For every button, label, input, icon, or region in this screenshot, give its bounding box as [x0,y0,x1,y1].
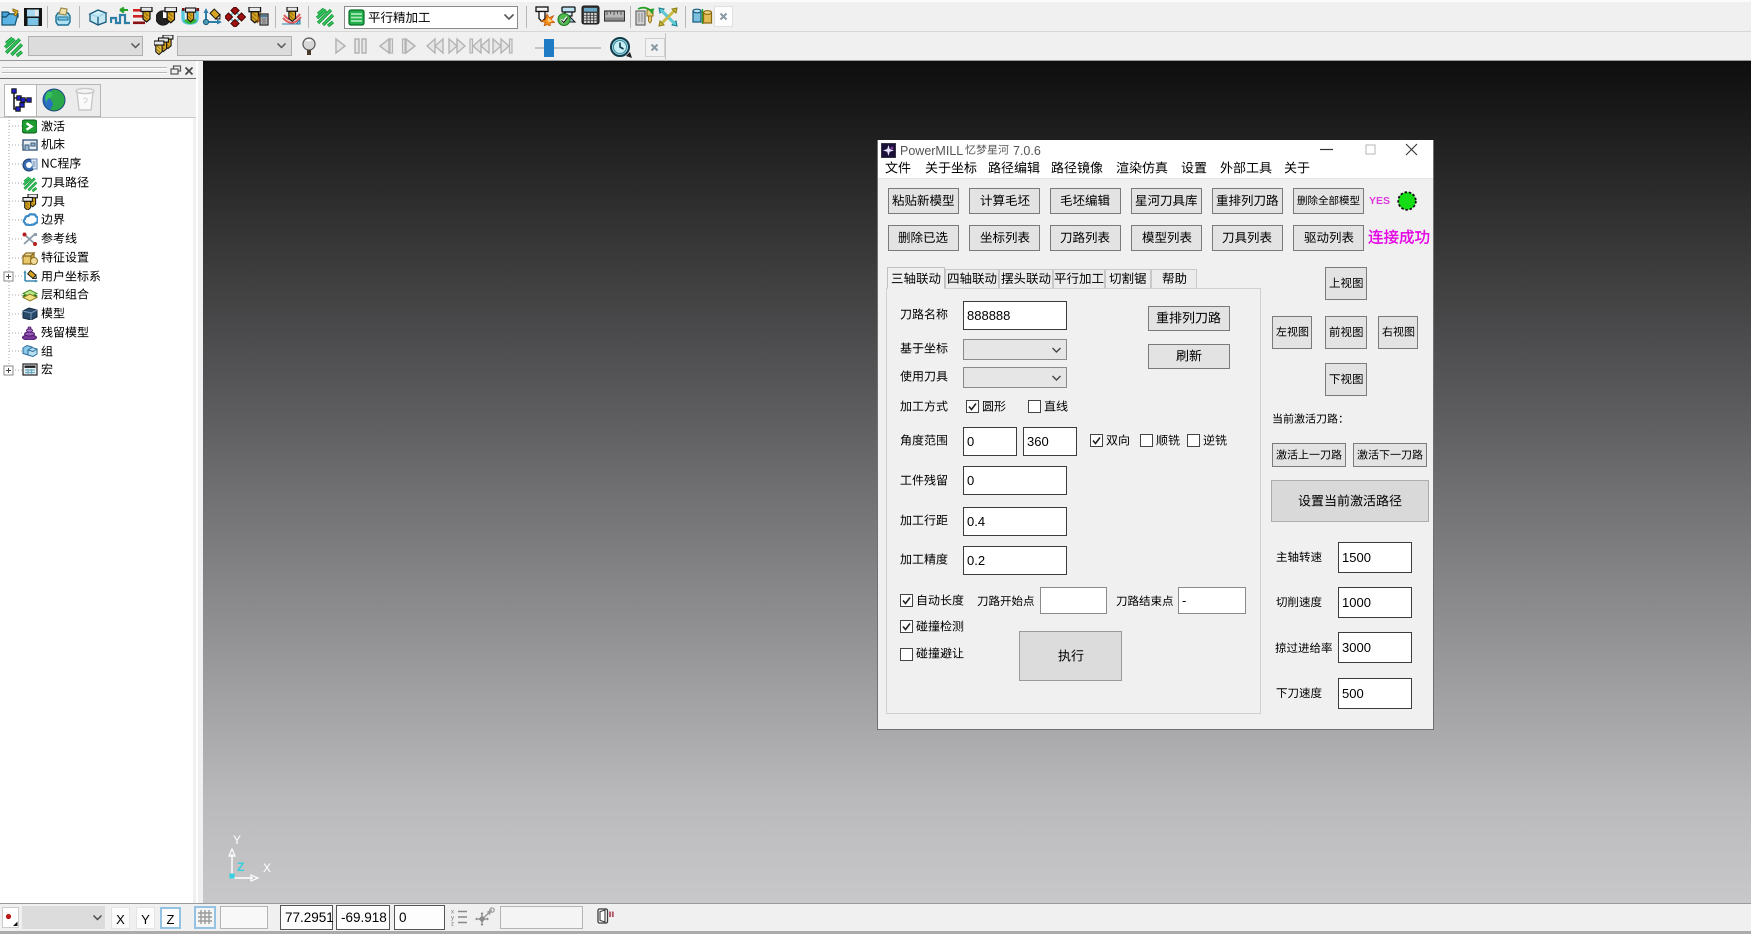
svg-text:Z: Z [237,860,244,874]
svg-text:Y: Y [233,833,241,847]
svg-text:z: z [451,922,454,927]
svg-text:X: X [263,861,271,875]
